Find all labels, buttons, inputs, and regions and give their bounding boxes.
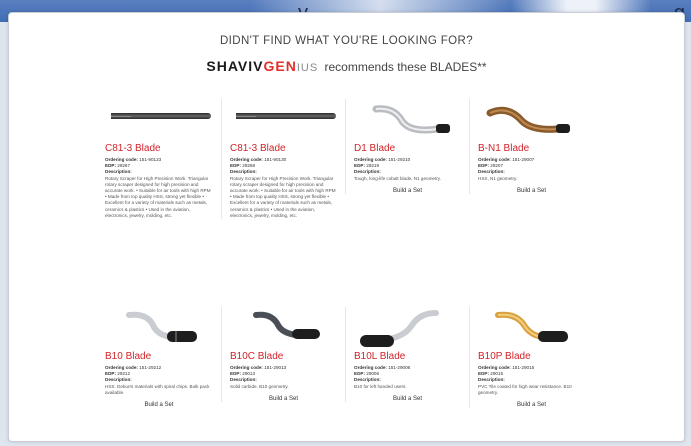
ordering-code: 151-29007 — [512, 157, 535, 162]
edp-label: EDP: — [230, 371, 241, 377]
build-set-link[interactable]: Build a Set — [354, 188, 461, 194]
description-label: Description: — [354, 377, 381, 383]
description-label: Description: — [230, 169, 257, 175]
build-set-link[interactable]: Build a Set — [478, 402, 585, 408]
panel-heading: DIDN'T FIND WHAT YOU'RE LOOKING FOR? — [219, 35, 474, 47]
handle-blade-silver-icon[interactable] — [354, 307, 461, 349]
product-card[interactable]: C81-3 Blade Ordering code: 151-90130 EDP… — [221, 99, 345, 220]
product-description: HSS. Deburrs materials with spiral chips… — [105, 383, 210, 395]
product-card[interactable]: B-N1 Blade Ordering code: 151-29007 EDP:… — [469, 99, 593, 194]
product-grid: C81-3 Blade Ordering code: 151-90123 EDP… — [97, 99, 597, 439]
brand-logo-part2: GEN — [263, 58, 297, 74]
product-card[interactable]: C81-3 Blade Ordering code: 151-90123 EDP… — [97, 99, 221, 219]
ordering-code: 151-29212 — [139, 365, 162, 370]
product-description: Rotary Scraper for High Precision Work. … — [105, 175, 211, 218]
ordering-code-label: Ordering code: — [478, 365, 511, 370]
ordering-code: 151-29006 — [388, 365, 411, 370]
scraper-blade-icon[interactable] — [230, 99, 337, 141]
ordering-code-label: Ordering code: — [230, 365, 263, 370]
edp-label: EDP: — [230, 163, 241, 169]
product-description: Tough, long-life cobalt blade, N1 geomet… — [354, 175, 441, 181]
build-set-link[interactable]: Build a Set — [478, 188, 585, 194]
product-title[interactable]: B10C Blade — [230, 351, 337, 362]
curved-blade-bronze-icon[interactable] — [478, 99, 585, 141]
product-title[interactable]: C81-3 Blade — [230, 143, 337, 154]
ordering-code-label: Ordering code: — [230, 157, 263, 162]
edp-code: 29268 — [242, 163, 256, 169]
product-card[interactable]: B10P Blade Ordering code: 151-29015 EDP:… — [469, 307, 593, 409]
product-card[interactable]: B10L Blade Ordering code: 151-29006 EDP:… — [345, 307, 469, 402]
product-card[interactable]: D1 Blade Ordering code: 151-29210 EDP: 2… — [345, 99, 469, 194]
ordering-code-label: Ordering code: — [354, 365, 387, 370]
description-label: Description: — [105, 169, 132, 175]
product-title[interactable]: B10P Blade — [478, 351, 585, 362]
curved-blade-silver-icon[interactable] — [354, 99, 461, 141]
edp-label: EDP: — [354, 163, 365, 169]
edp-label: EDP: — [478, 163, 489, 169]
product-title[interactable]: D1 Blade — [354, 143, 461, 154]
brand-logo-part3: IUS — [296, 62, 319, 74]
recommend-text: recommends these BLADES** — [324, 60, 487, 74]
handle-blade-dark-icon[interactable] — [230, 307, 337, 349]
product-description: PVC Tile coated for high wear resistance… — [478, 383, 572, 395]
edp-code: 29006 — [366, 371, 380, 377]
edp-label: EDP: — [105, 163, 116, 169]
product-title[interactable]: B10L Blade — [354, 351, 461, 362]
description-label: Description: — [230, 377, 257, 383]
ordering-code: 151-29015 — [512, 365, 535, 370]
ordering-code-label: Ordering code: — [105, 157, 138, 162]
handle-blade-silver-icon[interactable] — [105, 307, 213, 349]
product-title[interactable]: B-N1 Blade — [478, 143, 585, 154]
build-set-link[interactable]: Build a Set — [230, 396, 337, 402]
description-label: Description: — [105, 377, 132, 383]
edp-label: EDP: — [354, 371, 365, 377]
ordering-code-label: Ordering code: — [105, 365, 138, 370]
build-set-link[interactable]: Build a Set — [105, 402, 213, 408]
ordering-code: 151-90123 — [139, 157, 162, 162]
product-description: HSS, N1 geometry. — [478, 175, 518, 181]
scraper-blade-icon[interactable] — [105, 99, 213, 141]
product-description: B10 for left handed users. — [354, 383, 407, 389]
edp-label: EDP: — [478, 371, 489, 377]
edp-code: 29267 — [117, 163, 131, 169]
brand-logo-part1: SHAVIV — [206, 58, 264, 74]
ordering-code: 151-90130 — [264, 157, 287, 162]
ordering-code: 151-29013 — [264, 365, 287, 370]
edp-code: 29212 — [117, 371, 131, 377]
product-title[interactable]: C81-3 Blade — [105, 143, 213, 154]
ordering-code-label: Ordering code: — [478, 157, 511, 162]
edp-code: 29015 — [490, 371, 504, 377]
handle-blade-gold-icon[interactable] — [478, 307, 585, 349]
edp-code: 29207 — [490, 163, 504, 169]
ordering-code: 151-29210 — [388, 157, 411, 162]
edp-code: 29013 — [242, 371, 256, 377]
build-set-link[interactable]: Build a Set — [354, 396, 461, 402]
product-card[interactable]: B10C Blade Ordering code: 151-29013 EDP:… — [221, 307, 345, 402]
edp-code: 29219 — [366, 163, 380, 169]
description-label: Description: — [478, 169, 505, 175]
ordering-code-label: Ordering code: — [354, 157, 387, 162]
description-label: Description: — [478, 377, 505, 383]
recommendation-subheading: SHAVIVGENIUS recommends these BLADES** — [9, 58, 684, 74]
product-title[interactable]: B10 Blade — [105, 351, 213, 362]
product-card[interactable]: B10 Blade Ordering code: 151-29212 EDP: … — [97, 307, 221, 408]
edp-label: EDP: — [105, 371, 116, 377]
description-label: Description: — [354, 169, 381, 175]
recommendation-panel: DIDN'T FIND WHAT YOU'RE LOOKING FOR? SHA… — [8, 12, 685, 442]
product-description: Rotary Scraper for High Precision Work. … — [230, 175, 336, 218]
product-description: Solid carbide. B10 geometry. — [230, 383, 289, 389]
